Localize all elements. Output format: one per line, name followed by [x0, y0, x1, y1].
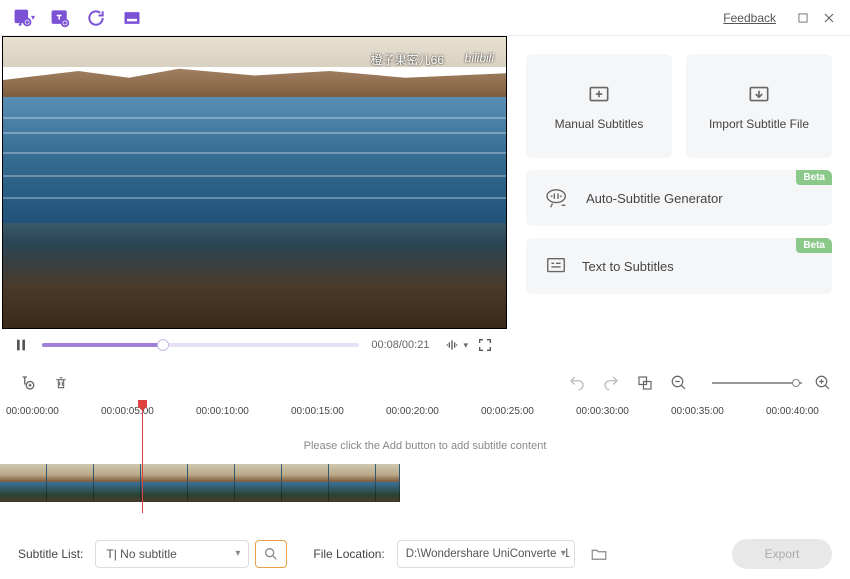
add-media-icon[interactable]: ▾: [10, 4, 38, 32]
subtitle-options-sidebar: Manual Subtitles Import Subtitle File Be…: [508, 36, 850, 362]
video-column: 橙子果密儿66 bilibili 00:08/00:21 ▾: [0, 36, 508, 362]
export-button[interactable]: Export: [732, 539, 832, 569]
export-label: Export: [765, 547, 800, 561]
search-button[interactable]: [255, 540, 287, 568]
beta-badge: Beta: [796, 170, 832, 185]
subtitle-value: T| No subtitle: [106, 547, 176, 561]
pause-button[interactable]: [10, 334, 32, 356]
video-progress-bar[interactable]: [42, 343, 359, 347]
beta-badge: Beta: [796, 238, 832, 253]
zoom-slider[interactable]: [712, 382, 802, 384]
file-location-label: File Location:: [313, 547, 384, 561]
file-location-select[interactable]: D:\Wondershare UniConverter 1: [397, 540, 575, 568]
delete-icon[interactable]: [50, 372, 72, 394]
fullscreen-icon[interactable]: [474, 334, 496, 356]
close-icon[interactable]: [818, 7, 840, 29]
subtitle-tool-icon[interactable]: [118, 4, 146, 32]
folder-icon[interactable]: [585, 540, 613, 568]
import-subtitle-label: Import Subtitle File: [709, 117, 809, 131]
toolbelt: [0, 368, 850, 398]
add-text-icon[interactable]: [46, 4, 74, 32]
subtitle-list-label: Subtitle List:: [18, 547, 83, 561]
ruler-tick: 00:00:15:00: [291, 406, 344, 417]
text-to-subtitles-card[interactable]: Beta Text to Subtitles: [526, 238, 832, 294]
ruler-tick: 00:00:40:00: [766, 406, 819, 417]
chevron-down-icon[interactable]: ▾: [463, 340, 468, 351]
add-subtitle-icon[interactable]: [16, 372, 38, 394]
audio-settings-icon[interactable]: [441, 334, 463, 356]
text-to-subtitles-label: Text to Subtitles: [582, 259, 674, 274]
feedback-link[interactable]: Feedback: [723, 11, 776, 25]
main-content: 橙子果密儿66 bilibili 00:08/00:21 ▾: [0, 36, 850, 362]
top-toolbar: ▾ Feedback: [0, 0, 850, 36]
manual-subtitles-label: Manual Subtitles: [555, 117, 644, 131]
bottom-bar: Subtitle List: T| No subtitle File Locat…: [0, 527, 850, 579]
manual-subtitles-card[interactable]: Manual Subtitles: [526, 54, 672, 158]
ruler-tick: 00:00:10:00: [196, 406, 249, 417]
import-subtitle-card[interactable]: Import Subtitle File: [686, 54, 832, 158]
ruler-tick: 00:00:30:00: [576, 406, 629, 417]
video-preview[interactable]: 橙子果密儿66 bilibili: [2, 36, 507, 329]
ruler-tick: 00:00:35:00: [671, 406, 724, 417]
file-location-value: D:\Wondershare UniConverter 1: [406, 548, 570, 560]
crop-icon[interactable]: [634, 372, 656, 394]
watermark-cn: 橙子果密儿66: [371, 51, 444, 68]
zoom-in-icon[interactable]: [812, 372, 834, 394]
playhead[interactable]: [142, 400, 143, 513]
timeline-hint: Please click the Add button to add subti…: [0, 422, 850, 464]
auto-subtitle-card[interactable]: Beta Auto-Subtitle Generator: [526, 170, 832, 226]
timeline-thumbnails[interactable]: [0, 464, 850, 502]
ruler-tick: 00:00:25:00: [481, 406, 534, 417]
video-time-display: 00:08/00:21: [371, 339, 429, 351]
ruler-tick: 00:00:20:00: [386, 406, 439, 417]
undo-icon[interactable]: [566, 372, 588, 394]
video-controls: 00:08/00:21 ▾: [0, 330, 508, 360]
zoom-out-icon[interactable]: [668, 372, 690, 394]
auto-subtitle-label: Auto-Subtitle Generator: [586, 191, 723, 206]
refresh-icon[interactable]: [82, 4, 110, 32]
watermark-bilibili: bilibili: [465, 51, 494, 65]
redo-icon[interactable]: [600, 372, 622, 394]
maximize-icon[interactable]: [792, 7, 814, 29]
timeline[interactable]: 00:00:00:00 00:00:05:00 00:00:10:00 00:0…: [0, 398, 850, 513]
timeline-ruler[interactable]: 00:00:00:00 00:00:05:00 00:00:10:00 00:0…: [0, 398, 850, 422]
subtitle-list-select[interactable]: T| No subtitle: [95, 540, 249, 568]
ruler-tick: 00:00:00:00: [6, 406, 59, 417]
